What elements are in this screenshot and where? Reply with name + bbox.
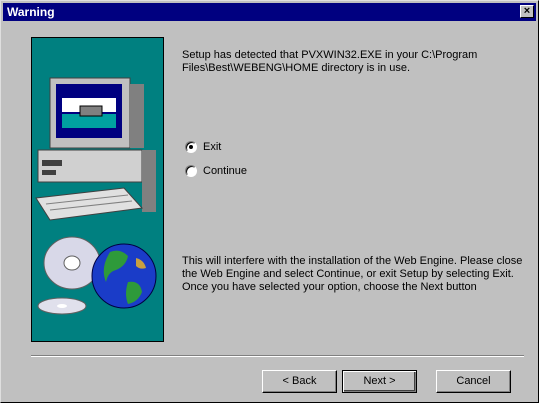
window-title: Warning <box>7 5 55 19</box>
back-button[interactable]: < Back <box>262 370 337 393</box>
option-continue[interactable]: Continue <box>185 164 247 178</box>
option-exit[interactable]: Exit <box>185 140 221 154</box>
computer-icon <box>35 77 156 221</box>
close-icon[interactable]: × <box>520 5 534 18</box>
exit-label: Exit <box>203 141 222 153</box>
cd-disc-icon <box>37 236 101 315</box>
setup-dialog: Warning × Setup has detected that PVXWIN… <box>0 0 539 403</box>
globe-icon <box>91 243 157 309</box>
button-divider <box>31 355 524 357</box>
setup-illustration <box>31 37 164 342</box>
title-bar[interactable]: Warning × <box>3 3 536 21</box>
detection-message: Setup has detected that PVXWIN32.EXE in … <box>182 49 478 74</box>
continue-radio[interactable] <box>185 165 197 177</box>
exit-radio[interactable] <box>185 141 197 153</box>
next-button[interactable]: Next > <box>342 370 417 393</box>
instructions-text: This will interfere with the installatio… <box>182 255 523 293</box>
continue-label: Continue <box>203 165 248 177</box>
cancel-button[interactable]: Cancel <box>436 370 511 393</box>
